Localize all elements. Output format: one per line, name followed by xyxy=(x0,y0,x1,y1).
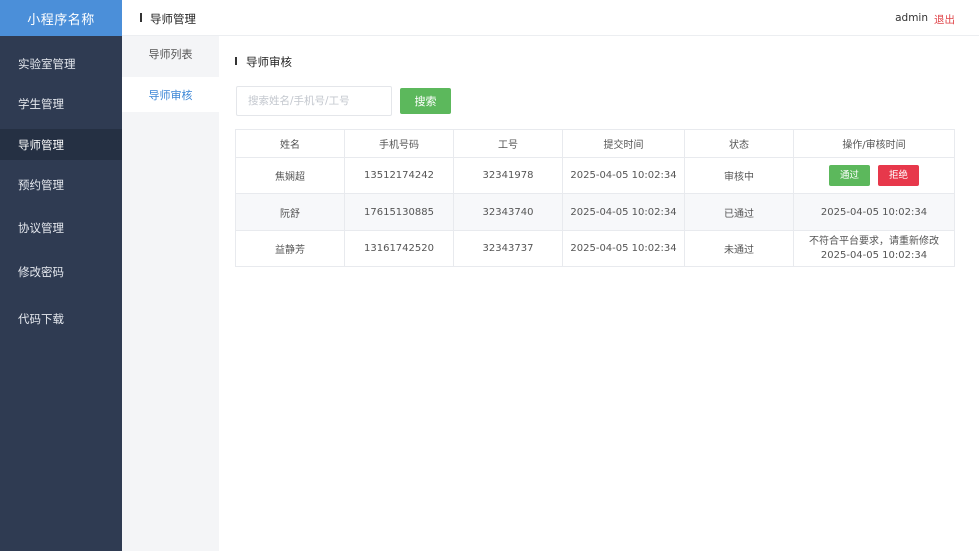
logout-link[interactable]: 退出 xyxy=(934,12,955,27)
top-header: 导师管理 admin 退出 xyxy=(122,0,979,36)
current-user: admin xyxy=(895,12,928,24)
subnav-item-mentor-list[interactable]: 导师列表 xyxy=(122,36,219,71)
cell-name: 阮舒 xyxy=(235,193,345,231)
sidebar-item-student-management[interactable]: 学生管理 xyxy=(0,88,122,119)
status-badge: 未通过 xyxy=(684,230,794,267)
section-marker xyxy=(235,57,237,65)
sidebar-item-agreement-management[interactable]: 协议管理 xyxy=(0,212,122,243)
cell-name: 焦娴超 xyxy=(235,157,345,194)
status-badge: 已通过 xyxy=(684,193,794,231)
section-title: 导师审核 xyxy=(246,55,292,69)
cell-submitted: 2025-04-05 10:02:34 xyxy=(562,157,685,194)
cell-phone: 13161742520 xyxy=(344,230,454,267)
sidebar-item-booking-management[interactable]: 预约管理 xyxy=(0,169,122,200)
reject-reason: 不符合平台要求，请重新修改 xyxy=(809,235,939,247)
column-header-id: 工号 xyxy=(453,129,563,158)
table-row: 焦娴超 13512174242 32341978 2025-04-05 10:0… xyxy=(235,157,955,194)
mentor-review-table: 姓名 手机号码 工号 提交时间 状态 操作/审核时间 焦娴超 135121742… xyxy=(235,129,955,267)
cell-review-time: 2025-04-05 10:02:34 xyxy=(793,193,955,231)
cell-phone: 13512174242 xyxy=(344,157,454,194)
column-header-actions: 操作/审核时间 xyxy=(793,129,955,158)
cell-phone: 17615130885 xyxy=(344,193,454,231)
column-header-name: 姓名 xyxy=(235,129,345,158)
sidebar: 小程序名称 实验室管理 学生管理 导师管理 预约管理 协议管理 修改密码 代码下… xyxy=(0,0,122,551)
sub-nav: 导师列表 导师审核 xyxy=(122,36,219,551)
page-title: 导师管理 xyxy=(150,12,196,26)
sidebar-item-mentor-management[interactable]: 导师管理 xyxy=(0,129,122,160)
table-row: 益静芳 13161742520 32343737 2025-04-05 10:0… xyxy=(235,230,955,267)
cell-id: 32341978 xyxy=(453,157,563,194)
app-brand: 小程序名称 xyxy=(0,0,122,36)
cell-name: 益静芳 xyxy=(235,230,345,267)
sidebar-item-code-download[interactable]: 代码下载 xyxy=(0,303,122,334)
reject-button[interactable]: 拒绝 xyxy=(878,165,919,186)
cell-actions: 不符合平台要求，请重新修改 2025-04-05 10:02:34 xyxy=(793,230,955,267)
cell-submitted: 2025-04-05 10:02:34 xyxy=(562,230,685,267)
column-header-status: 状态 xyxy=(684,129,794,158)
subnav-item-mentor-review[interactable]: 导师审核 xyxy=(122,77,219,112)
cell-submitted: 2025-04-05 10:02:34 xyxy=(562,193,685,231)
table-row: 阮舒 17615130885 32343740 2025-04-05 10:02… xyxy=(235,193,955,231)
cell-id: 32343737 xyxy=(453,230,563,267)
cell-id: 32343740 xyxy=(453,193,563,231)
column-header-phone: 手机号码 xyxy=(344,129,454,158)
sidebar-item-change-password[interactable]: 修改密码 xyxy=(0,256,122,287)
cell-actions: 通过 拒绝 xyxy=(793,157,955,194)
approve-button[interactable]: 通过 xyxy=(829,165,870,186)
status-badge: 审核中 xyxy=(684,157,794,194)
column-header-submitted: 提交时间 xyxy=(562,129,685,158)
cell-review-time: 2025-04-05 10:02:34 xyxy=(820,249,928,261)
table-header-row: 姓名 手机号码 工号 提交时间 状态 操作/审核时间 xyxy=(235,129,955,158)
search-button[interactable]: 搜索 xyxy=(400,88,451,114)
search-input[interactable] xyxy=(236,86,392,116)
sidebar-item-lab-management[interactable]: 实验室管理 xyxy=(0,48,122,79)
title-marker xyxy=(140,13,142,22)
